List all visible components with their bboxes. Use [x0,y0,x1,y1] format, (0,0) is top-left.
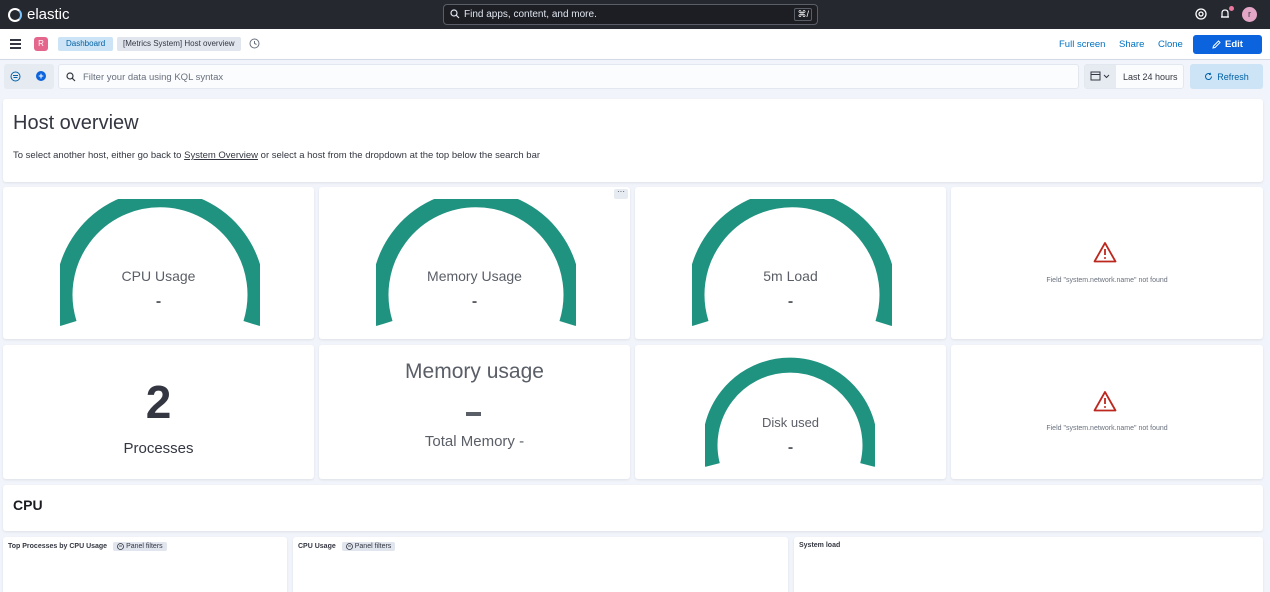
memory-usage-value [466,412,481,416]
date-picker[interactable]: Last 24 hours [1084,64,1184,89]
cpu-gauge-value: - [155,293,162,310]
panel-filters-label: Panel filters [354,543,392,550]
global-search-input[interactable]: Find apps, content, and more. ⌘/ [443,4,818,25]
menu-toggle-button[interactable] [10,39,21,49]
top-processes-panel: Top Processes by CPU Usage Panel filters [3,537,287,592]
load-gauge-label: 5m Load [763,268,818,284]
elastic-logo-icon [8,7,22,22]
time-range[interactable]: Last 24 hours [1123,72,1178,82]
desc-text-after: or select a host from the dropdown at th… [258,150,541,161]
refresh-icon [1205,72,1213,80]
processes-panel: 2 Processes [3,345,314,479]
host-description: To select another host, either go back t… [13,150,540,161]
error-message: Field "system.network.name" not found [1046,277,1168,284]
memory-gauge-label: Memory Usage [427,268,522,284]
top-processes-label: Top Processes by CPU Usage [8,543,108,550]
cpu-section-title: CPU [13,497,43,513]
system-load-panel: System load [794,537,1263,592]
clone-link[interactable]: Clone [1158,39,1183,50]
refresh-label: Refresh [1217,71,1249,82]
cpu-section-panel: CPU [3,485,1263,531]
space-avatar[interactable]: R [34,37,48,51]
panel-options-button[interactable]: ··· [614,188,628,199]
warning-icon [1093,242,1117,263]
app-nav-bar: R Dashboard [Metrics System] Host overvi… [0,29,1270,60]
breadcrumb-dashboard[interactable]: Dashboard [58,37,114,51]
pencil-icon [1212,40,1221,49]
elastic-logo[interactable]: elastic [8,6,70,23]
filter-icon [345,543,353,550]
load-gauge-value: - [787,293,794,310]
desc-text-before: To select another host, either go back t… [13,150,185,161]
total-memory-label: Total Memory - [424,433,525,450]
top-processes-title: Top Processes by CPU Usage Panel filters [8,542,167,551]
host-overview-panel: Host overview To select another host, ei… [3,99,1263,182]
share-link[interactable]: Share [1119,39,1144,50]
add-filter-icon[interactable]: + [36,71,46,81]
edit-label: Edit [1225,39,1243,50]
user-avatar[interactable]: r [1242,7,1257,22]
calendar-icon[interactable] [1085,65,1116,88]
edit-button[interactable]: Edit [1193,35,1262,54]
page-title: Host overview [13,112,139,134]
cpu-usage-title: CPU Usage Panel filters [298,542,396,551]
cpu-usage-label: CPU Usage [298,543,336,550]
processes-count: 2 [145,376,172,428]
system-load-title: System load [799,542,841,549]
panel-filters-badge[interactable]: Panel filters [113,542,167,551]
help-icon[interactable] [1195,8,1207,20]
brand-name: elastic [27,6,70,23]
breadcrumb-current: [Metrics System] Host overview [117,37,241,51]
processes-label: Processes [123,440,194,457]
load-gauge-panel: 5m Load - [635,187,946,339]
panel-filters-label: Panel filters [126,543,163,550]
cpu-usage-chart-panel: CPU Usage Panel filters [293,537,788,592]
memory-gauge-panel: ··· Memory Usage - [319,187,630,339]
saved-query-icon[interactable] [10,71,21,82]
memory-usage-panel: Memory usage Total Memory - [319,345,630,479]
warning-icon [1093,391,1117,412]
network-error-panel-1: Field "system.network.name" not found [951,187,1263,339]
global-header: elastic Find apps, content, and more. ⌘/… [0,0,1270,29]
cpu-gauge-label: CPU Usage [121,268,196,284]
cpu-gauge-panel: CPU Usage - [3,187,314,339]
full-screen-link[interactable]: Full screen [1059,39,1105,50]
disk-gauge-value: - [787,439,794,456]
memory-usage-title: Memory usage [405,360,544,383]
clock-icon[interactable] [249,38,260,49]
search-shortcut: ⌘/ [794,8,812,21]
query-bar: + Filter your data using KQL syntax Last… [0,60,1270,95]
disk-gauge-panel: Disk used - [635,345,946,479]
search-icon [450,9,460,19]
disk-gauge-label: Disk used [761,415,820,430]
network-error-panel-2: Field "system.network.name" not found [951,345,1263,479]
kql-search-input[interactable]: Filter your data using KQL syntax [58,64,1079,89]
search-icon [66,72,76,82]
search-placeholder: Find apps, content, and more. [464,9,597,20]
kql-placeholder: Filter your data using KQL syntax [83,72,224,83]
notification-badge [1229,6,1234,11]
filter-controls: + [4,64,54,89]
error-message: Field "system.network.name" not found [1046,425,1168,432]
memory-gauge-value: - [471,293,478,310]
refresh-button[interactable]: Refresh [1190,64,1263,89]
panel-filters-badge[interactable]: Panel filters [341,542,396,551]
system-overview-link[interactable]: System Overview [184,150,258,161]
filter-icon [117,543,124,550]
